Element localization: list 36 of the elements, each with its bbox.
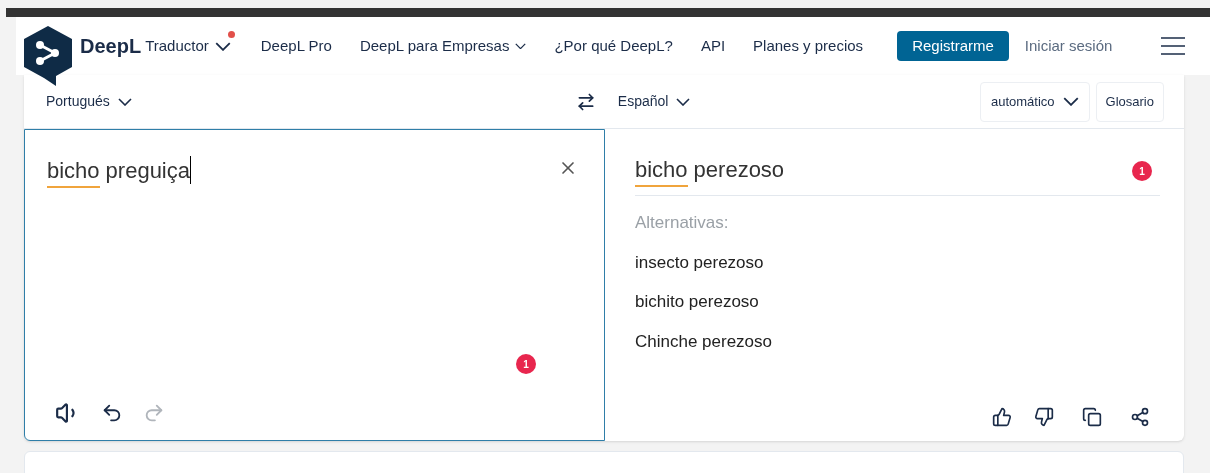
notification-badge: 1	[1132, 161, 1152, 181]
alternative-translation[interactable]: insecto perezoso	[635, 249, 1160, 275]
notification-badge: 1	[516, 354, 536, 374]
chevron-down-icon	[117, 97, 132, 106]
chevron-down-icon	[214, 41, 231, 51]
word: bicho	[47, 156, 100, 188]
login-link[interactable]: Iniciar sesión	[1024, 34, 1113, 58]
glossary-button[interactable]: Glosario	[1095, 81, 1164, 122]
chevron-down-icon	[515, 42, 527, 50]
signup-button[interactable]: Registrarme	[897, 31, 1009, 61]
nav-link[interactable]: ¿Por qué DeepL?	[554, 34, 673, 58]
thumbs-down-icon[interactable]	[1034, 407, 1054, 427]
menu-icon[interactable]	[1160, 36, 1186, 56]
nav-link[interactable]: DeepL Pro	[260, 34, 332, 58]
text-field[interactable]: bicho perezoso	[635, 155, 785, 187]
text-field[interactable]: bicho preguiça	[47, 156, 190, 188]
nav-link[interactable]: API	[700, 34, 726, 58]
formality-select[interactable]: automático	[980, 81, 1090, 122]
chevron-down-icon	[676, 97, 691, 106]
chevron-down-icon	[1062, 97, 1079, 106]
nav-link[interactable]: DeepL para Empresas	[359, 34, 527, 58]
word: bicho	[635, 155, 688, 187]
source-language-select[interactable]: Portugués	[46, 91, 132, 112]
undo-icon[interactable]	[101, 402, 123, 424]
thumbs-up-icon[interactable]	[992, 407, 1012, 427]
word: preguiça	[105, 157, 190, 185]
target-language-select[interactable]: Español	[617, 91, 691, 112]
copy-icon[interactable]	[1082, 407, 1102, 427]
alternative-translation[interactable]: Chinche perezoso	[635, 328, 1160, 354]
share-icon[interactable]	[1130, 407, 1150, 427]
translator-menu[interactable]: Traductor	[145, 34, 231, 58]
nav-link[interactable]: Planes y precios	[753, 34, 864, 58]
alternatives-label: Alternativas:	[635, 212, 730, 234]
alternative-translation[interactable]: bichito perezoso	[635, 289, 1160, 315]
word: perezoso	[693, 156, 785, 184]
brand-name: DeepL	[80, 34, 142, 59]
